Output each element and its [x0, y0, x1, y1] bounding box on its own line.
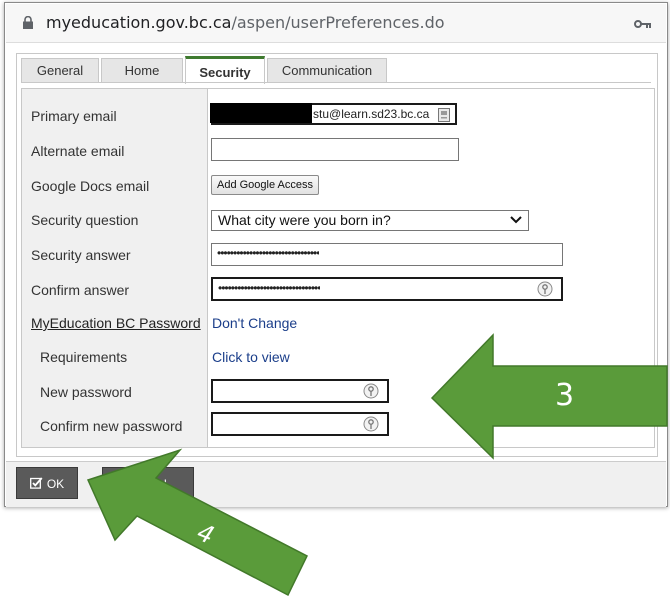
confirm-new-password-label: Confirm new password — [40, 418, 183, 434]
myeducation-password-label: MyEducation BC Password — [31, 315, 201, 331]
tab-communication[interactable]: Communication — [267, 58, 387, 82]
checkbox-icon — [29, 469, 43, 501]
step-number-4: 4 — [193, 518, 218, 550]
new-password-label: New password — [40, 384, 132, 400]
primary-email-label: Primary email — [31, 108, 117, 124]
cancel-button-label: Cancel — [129, 477, 167, 491]
ok-button[interactable]: OK — [16, 467, 78, 499]
password-key-icon[interactable] — [537, 281, 553, 297]
dont-change-link[interactable]: Don't Change — [212, 315, 297, 331]
add-google-access-button[interactable]: Add Google Access — [211, 175, 320, 195]
security-question-value: What city were you born in? — [218, 212, 391, 228]
primary-email-field[interactable]: stu@learn.sd23.bc.ca — [210, 103, 457, 125]
security-answer-field[interactable]: •••••••••••••••••••••••••••••••• — [211, 243, 563, 266]
preferences-popup-window: myeducation.gov.bc.ca/aspen/userPreferen… — [4, 2, 668, 507]
confirm-answer-label: Confirm answer — [31, 282, 130, 298]
security-answer-value: •••••••••••••••••••••••••••••••• — [217, 246, 320, 260]
step-number-3: 3 — [555, 378, 575, 413]
click-to-view-link[interactable]: Click to view — [212, 349, 290, 365]
security-answer-label: Security answer — [31, 247, 131, 263]
tab-home[interactable]: Home — [101, 58, 183, 82]
url-path: /aspen/userPreferences.do — [231, 13, 445, 32]
alternate-email-label: Alternate email — [31, 143, 125, 159]
tab-security[interactable]: Security — [185, 56, 265, 84]
chevron-down-icon — [510, 216, 522, 224]
requirements-label: Requirements — [40, 349, 128, 365]
contact-card-icon[interactable] — [438, 108, 450, 122]
url-domain: myeducation.gov.bc.ca — [46, 13, 232, 32]
password-key-icon[interactable] — [363, 383, 379, 399]
tab-divider — [21, 82, 651, 83]
google-docs-email-label: Google Docs email — [31, 178, 150, 194]
password-key-icon[interactable] — [363, 416, 379, 432]
confirm-answer-value: •••••••••••••••••••••••••••••••• — [218, 281, 321, 295]
primary-email-value: stu@learn.sd23.bc.ca — [313, 107, 430, 121]
redaction-block — [210, 103, 312, 123]
confirm-answer-field[interactable]: •••••••••••••••••••••••••••••••• — [211, 277, 563, 301]
key-icon[interactable] — [634, 19, 652, 29]
cancel-button[interactable]: Cancel — [102, 467, 194, 499]
url-text: myeducation.gov.bc.ca/aspen/userPreferen… — [46, 13, 445, 32]
security-question-label: Security question — [31, 212, 139, 228]
lock-icon — [23, 16, 33, 29]
security-question-select[interactable]: What city were you born in? — [211, 210, 529, 231]
dialog-footer: OK Cancel — [6, 461, 666, 507]
browser-url-bar[interactable]: myeducation.gov.bc.ca/aspen/userPreferen… — [6, 4, 666, 43]
tab-general[interactable]: General — [21, 58, 99, 82]
ok-button-label: OK — [46, 477, 65, 491]
alternate-email-field[interactable] — [211, 138, 459, 161]
confirm-new-password-field[interactable] — [211, 412, 389, 436]
new-password-field[interactable] — [211, 379, 389, 403]
